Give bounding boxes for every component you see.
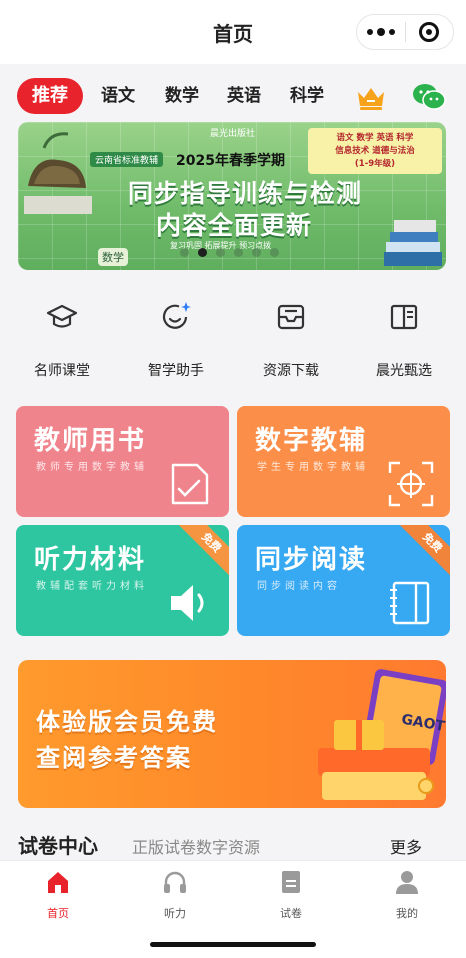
home-indicator (150, 942, 316, 947)
card-digital-aid[interactable]: 数字教辅 学生专用数字教辅 (237, 406, 450, 517)
book-stack-icon (384, 220, 442, 266)
quick-action-label: 名师课堂 (34, 363, 90, 379)
user-icon (396, 871, 418, 894)
quick-action-label: 智学助手 (148, 363, 204, 379)
exam-center-section: 试卷中心 正版试卷数字资源 更多 (0, 824, 466, 864)
quick-action-resource-download[interactable]: 资源下载 (233, 300, 349, 380)
promo-line-1: 体验版会员免费 (36, 708, 218, 736)
quick-action-label: 资源下载 (263, 363, 319, 379)
inbox-download-icon (277, 304, 305, 330)
nav-listening[interactable]: 听力 (117, 869, 233, 921)
card-sync-reading[interactable]: 免费 同步阅读 同步阅读内容 (237, 525, 450, 636)
tab-science[interactable]: 科学 (285, 78, 329, 114)
open-book-icon (390, 304, 418, 330)
wechat-icon[interactable] (412, 82, 446, 112)
scan-target-icon (388, 461, 434, 507)
subjects-line-2: 信息技术 道德与法治 (335, 146, 415, 156)
carousel-dot[interactable] (180, 248, 189, 257)
mini-program-capsule (356, 14, 454, 50)
promo-line-2: 查阅参考答案 (36, 744, 192, 772)
nav-home[interactable]: 首页 (0, 869, 116, 921)
free-ribbon: 免费 (396, 525, 450, 579)
exam-paper-icon (282, 871, 300, 893)
ai-assistant-icon (162, 302, 191, 329)
card-listening-material[interactable]: 免费 听力材料 教辅配套听力材料 (16, 525, 229, 636)
top-bar: 首页 (0, 0, 466, 64)
quick-action-chenguang-select[interactable]: 晨光甄选 (346, 300, 462, 380)
section-title: 试卷中心 (18, 834, 98, 858)
card-title: 同步阅读 (255, 545, 368, 575)
card-teacher-book[interactable]: 教师用书 教师专用数字教辅 (16, 406, 229, 517)
quick-action-ai-assistant[interactable]: 智学助手 (118, 300, 234, 380)
document-check-icon (171, 463, 209, 505)
crown-icon[interactable] (355, 84, 387, 112)
tortoise-illustration-icon (24, 132, 92, 214)
quick-action-label: 晨光甄选 (376, 363, 432, 379)
quick-actions: 名师课堂 智学助手 资源下载 晨光甄选 (0, 300, 466, 390)
banner-term: 2025年春季学期 (176, 153, 285, 169)
tab-english[interactable]: 英语 (222, 78, 266, 114)
home-icon (48, 872, 68, 893)
section-description: 正版试卷数字资源 (132, 838, 261, 857)
card-title: 听力材料 (34, 545, 147, 575)
subjects-line-1: 语文 数学 英语 科学 (336, 133, 414, 143)
tab-chinese[interactable]: 语文 (96, 78, 140, 114)
quick-action-teacher-class[interactable]: 名师课堂 (4, 300, 120, 380)
subject-badge: 数学 (98, 248, 128, 266)
nav-label: 听力 (164, 907, 186, 920)
close-mini-program-icon[interactable] (405, 22, 453, 42)
card-title: 数字教辅 (255, 426, 368, 456)
notebook-icon (390, 581, 430, 625)
more-menu-icon[interactable] (357, 28, 405, 36)
tab-recommend[interactable]: 推荐 (17, 78, 83, 114)
carousel-dot[interactable] (216, 248, 225, 257)
nav-exam[interactable]: 试卷 (233, 869, 349, 921)
subjects-line-3: (1-9年级) (354, 159, 396, 169)
carousel-indicator[interactable] (180, 248, 279, 257)
card-subtitle: 教辅配套听力材料 (36, 581, 148, 592)
banner-headline: 同步指导训练与检测 (128, 179, 363, 208)
carousel-dot[interactable] (252, 248, 261, 257)
graduation-cap-icon (46, 304, 78, 328)
tab-math[interactable]: 数学 (160, 78, 204, 114)
card-subtitle: 学生专用数字教辅 (257, 462, 369, 473)
nav-label: 首页 (47, 907, 69, 920)
banner-subheadline: 内容全面更新 (156, 211, 313, 240)
member-promo-banner[interactable]: 体验版会员免费 查阅参考答案 GAOT (18, 660, 446, 808)
nav-label: 我的 (396, 907, 418, 920)
nav-mine[interactable]: 我的 (349, 869, 465, 921)
banner-subjects: 语文 数学 英语 科学 信息技术 道德与法治 (1-9年级) (308, 128, 442, 174)
category-tabs: 推荐 语文 数学 英语 科学 (0, 64, 466, 122)
more-link[interactable]: 更多 (390, 834, 422, 858)
speaker-icon (171, 585, 204, 621)
nav-label: 试卷 (280, 907, 302, 920)
publisher-label: 晨光出版社 (210, 129, 256, 139)
carousel-dot[interactable] (270, 248, 279, 257)
card-title: 教师用书 (34, 426, 147, 456)
card-subtitle: 教师专用数字教辅 (36, 462, 148, 473)
headphones-icon (164, 871, 186, 893)
gift-books-illustration-icon: GAOT (318, 669, 446, 800)
region-badge: 云南省标准教辅 (90, 152, 164, 167)
free-ribbon: 免费 (175, 525, 229, 579)
carousel-dot-active[interactable] (198, 248, 207, 257)
card-subtitle: 同步阅读内容 (257, 581, 341, 592)
carousel-dot[interactable] (234, 248, 243, 257)
